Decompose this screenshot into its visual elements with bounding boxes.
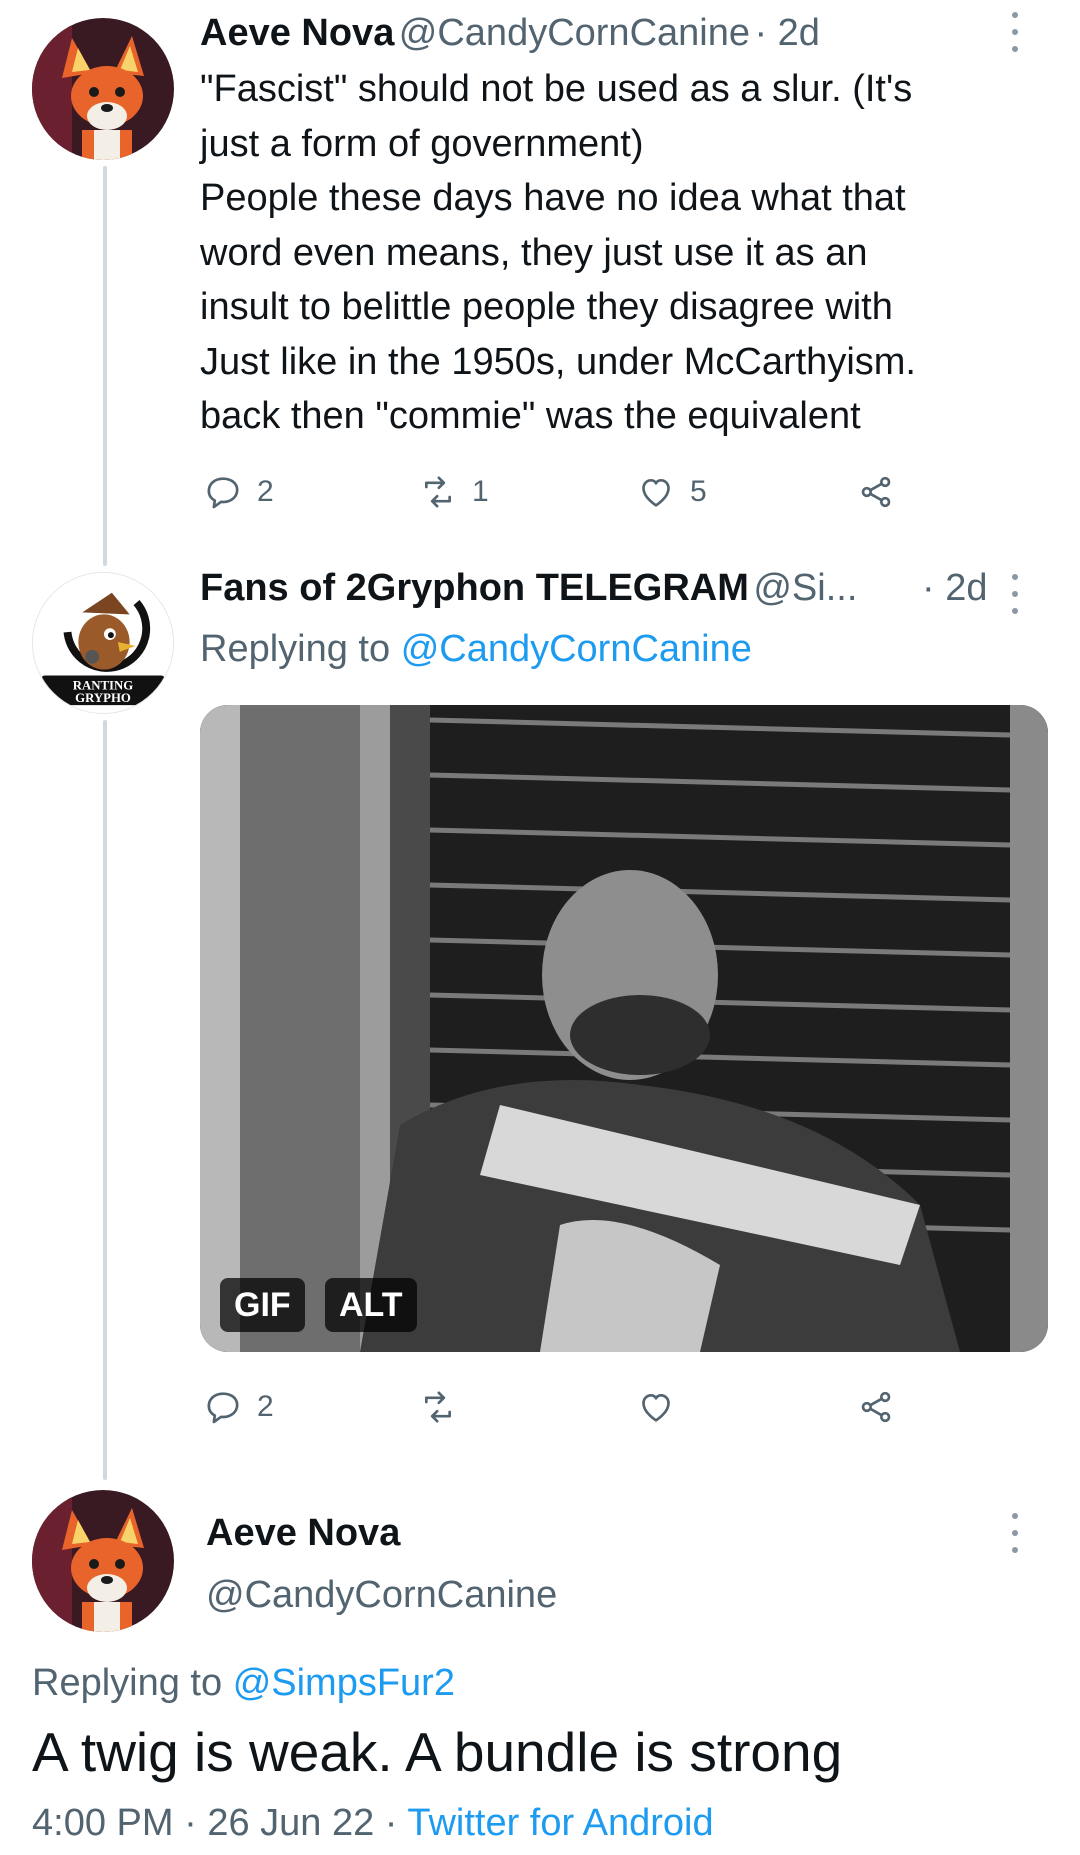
fox-avatar-icon	[32, 1490, 174, 1632]
replying-to: Replying to @CandyCornCanine	[200, 628, 752, 671]
like-count: 5	[690, 475, 707, 508]
reply-icon	[207, 477, 239, 509]
share-icon	[861, 1391, 891, 1423]
author-handle[interactable]: @CandyCornCanine	[206, 1574, 557, 1617]
tweet-2-header: Fans of 2Gryphon TELEGRAM @Si...	[200, 567, 857, 610]
reply-icon	[207, 1392, 239, 1424]
replying-to: Replying to @SimpsFur2	[32, 1662, 455, 1705]
author-name[interactable]: Fans of 2Gryphon TELEGRAM	[200, 567, 749, 609]
retweet-count: 1	[472, 475, 489, 508]
fox-avatar-icon	[32, 18, 174, 160]
thread-connector-2	[103, 720, 107, 1480]
retweet-button[interactable]: 1	[418, 472, 489, 512]
gif-preview-image	[200, 705, 1048, 1352]
reply-count: 2	[257, 475, 274, 508]
tweet-age[interactable]: · 2d	[754, 12, 819, 54]
retweet-button[interactable]	[418, 1387, 458, 1427]
avatar-aeve-nova[interactable]	[32, 18, 174, 160]
more-icon[interactable]	[1005, 574, 1025, 614]
more-icon[interactable]	[1005, 12, 1025, 52]
tweet-text: "Fascist" should not be used as a slur. …	[200, 68, 916, 437]
tweet-time[interactable]: 4:00 PM	[32, 1802, 174, 1844]
replying-to-handle[interactable]: @SimpsFur2	[233, 1662, 455, 1704]
more-icon[interactable]	[1005, 1513, 1025, 1553]
avatar-aeve-nova[interactable]	[32, 1490, 174, 1632]
alt-badge[interactable]: ALT	[325, 1278, 417, 1332]
like-icon	[642, 1394, 670, 1422]
reply-button[interactable]: 2	[203, 1387, 274, 1427]
avatar-fans-of-2gryphon[interactable]: RANTING GRYPHO	[32, 572, 174, 714]
thread-connector-1	[103, 166, 107, 566]
tweet-media-gif[interactable]: GIF ALT	[200, 705, 1048, 1352]
reply-button[interactable]: 2	[203, 472, 274, 512]
separator: ·	[384, 1802, 398, 1844]
author-handle[interactable]: @CandyCornCanine	[399, 12, 750, 54]
like-button[interactable]: 5	[636, 472, 707, 512]
avatar-text-grypho: GRYPHO	[75, 691, 131, 705]
author-name[interactable]: Aeve Nova	[200, 12, 394, 54]
tweet-age[interactable]: · 2d	[922, 567, 987, 610]
share-button[interactable]	[856, 1387, 896, 1427]
separator: ·	[184, 1802, 197, 1844]
like-icon	[642, 479, 670, 507]
focused-tweet-text: A twig is weak. A bundle is strong	[32, 1721, 843, 1783]
like-button[interactable]	[636, 1387, 676, 1427]
retweet-icon	[425, 1391, 451, 1423]
author-handle[interactable]: @Si...	[753, 567, 857, 609]
replying-to-handle[interactable]: @CandyCornCanine	[401, 628, 752, 670]
replying-to-label: Replying to	[200, 628, 391, 670]
reply-count: 2	[257, 1390, 274, 1423]
share-button[interactable]	[856, 472, 896, 512]
tweet-date[interactable]: 26 Jun 22	[207, 1802, 374, 1844]
tweet-source[interactable]: Twitter for Android	[407, 1802, 713, 1844]
replying-to-label: Replying to	[32, 1662, 223, 1704]
tweet-1-header: Aeve Nova @CandyCornCanine · 2d	[200, 12, 820, 55]
retweet-icon	[425, 476, 451, 508]
share-icon	[861, 476, 891, 508]
author-name[interactable]: Aeve Nova	[206, 1512, 400, 1555]
gryphon-avatar-icon: RANTING GRYPHO	[33, 573, 173, 713]
tweet-metadata: 4:00 PM · 26 Jun 22 · Twitter for Androi…	[32, 1802, 714, 1845]
gif-badge: GIF	[220, 1278, 305, 1332]
